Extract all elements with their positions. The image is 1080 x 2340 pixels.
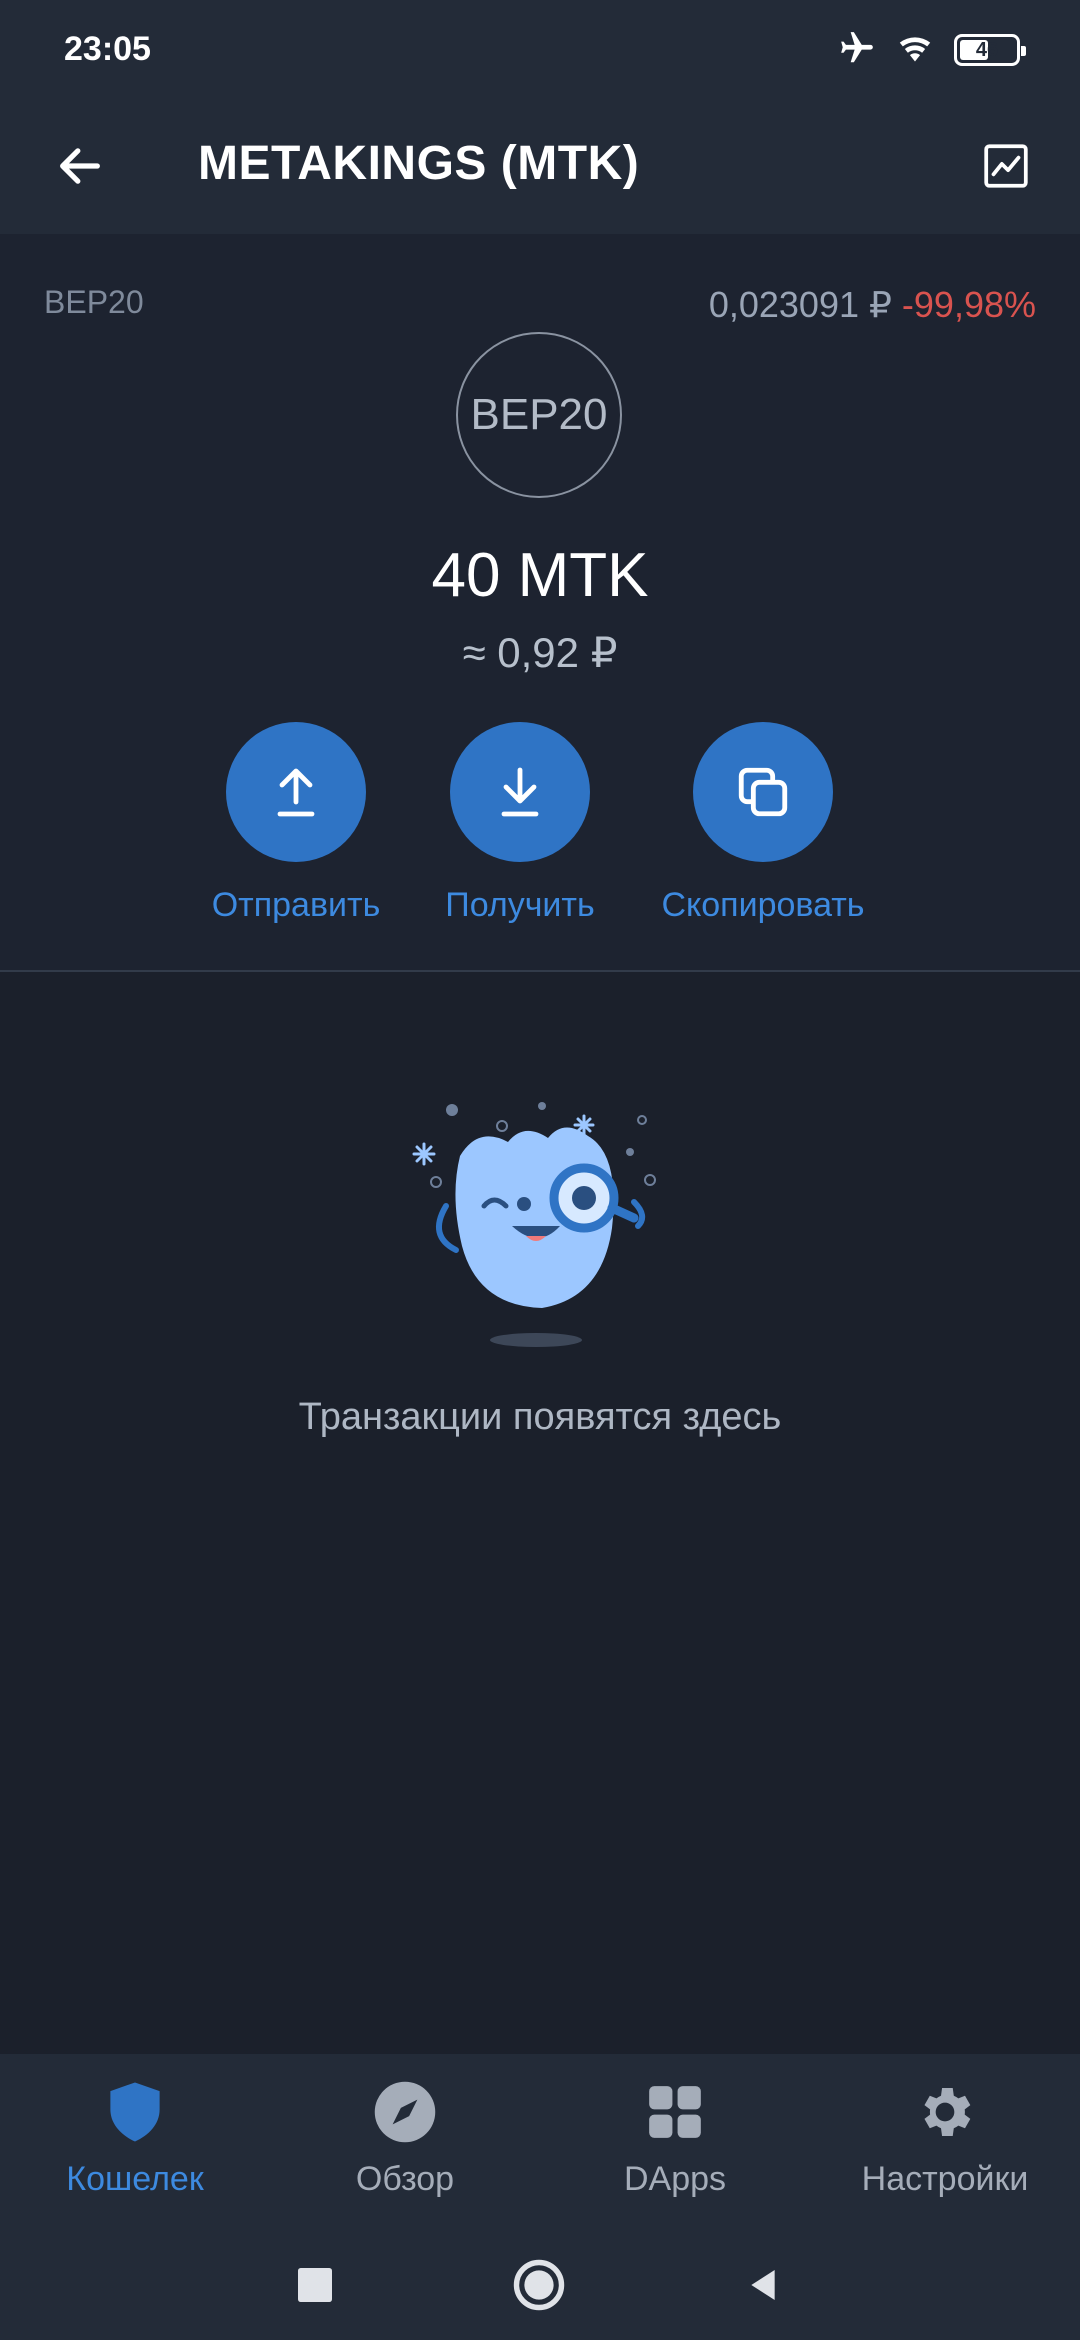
nav-dapps[interactable]: DApps bbox=[540, 2078, 810, 2199]
upload-icon bbox=[277, 768, 315, 817]
home-button[interactable] bbox=[506, 2252, 572, 2318]
shield-icon bbox=[101, 2078, 169, 2146]
recent-apps-button[interactable] bbox=[282, 2252, 348, 2318]
chart-icon bbox=[984, 144, 1028, 188]
receive-button-circle[interactable] bbox=[450, 722, 590, 862]
nav-discover-label: Обзор bbox=[355, 2160, 455, 2198]
token-header: BEP20 0,023091 ₽ -99,98% BEP20 40 MTK ≈ … bbox=[0, 234, 1080, 972]
nav-discover[interactable]: Обзор bbox=[270, 2078, 540, 2199]
nav-wallet-label: Кошелек bbox=[66, 2160, 204, 2198]
copy-label: Скопировать bbox=[661, 886, 865, 924]
bottom-nav: Кошелек Обзор DApps Настройки bbox=[0, 2054, 1080, 2230]
battery-icon: 46 bbox=[954, 34, 1026, 66]
compass-icon bbox=[371, 2078, 439, 2146]
token-price: 0,023091 ₽ bbox=[708, 284, 892, 325]
back-button[interactable] bbox=[44, 130, 116, 202]
send-button-circle[interactable] bbox=[226, 722, 366, 862]
status-icons: 46 bbox=[838, 28, 1026, 72]
fiat-balance: ≈ 0,92 ₽ bbox=[462, 629, 618, 676]
arrow-left-icon bbox=[60, 148, 100, 184]
nav-dapps-label: DApps bbox=[623, 2160, 727, 2198]
token-balance: 40 MTK bbox=[431, 541, 649, 610]
price-change: -99,98% bbox=[901, 284, 1036, 325]
status-time: 23:05 bbox=[64, 30, 151, 68]
page-title: METAKINGS (MTK) bbox=[198, 137, 640, 190]
token-logo-text: BEP20 bbox=[470, 390, 608, 439]
square-icon bbox=[298, 2268, 332, 2302]
price-row: 0,023091 ₽ -99,98% bbox=[709, 284, 1036, 326]
triangle-back-icon bbox=[751, 2270, 775, 2300]
network-tag: BEP20 bbox=[44, 284, 144, 320]
battery-level: 46 bbox=[975, 38, 999, 61]
magnifier-mascot-illustration bbox=[412, 1102, 656, 1347]
screen: 23:05 46 METAKINGS (MTK) BEP20 0,023091 bbox=[0, 0, 1080, 2340]
nav-settings[interactable]: Настройки bbox=[810, 2078, 1080, 2199]
system-nav bbox=[0, 2230, 1080, 2340]
status-bar: 23:05 46 bbox=[0, 0, 1080, 100]
token-logo: BEP20 bbox=[456, 332, 622, 498]
divider bbox=[0, 970, 1080, 972]
airplane-icon bbox=[838, 29, 876, 72]
send-button[interactable]: Отправить bbox=[176, 722, 416, 925]
send-label: Отправить bbox=[211, 886, 381, 924]
price-chart-button[interactable] bbox=[968, 128, 1044, 204]
circle-icon bbox=[513, 2259, 565, 2311]
nav-settings-label: Настройки bbox=[861, 2160, 1029, 2198]
download-icon bbox=[501, 767, 539, 817]
wifi-icon bbox=[894, 29, 936, 72]
copy-icon bbox=[738, 767, 788, 817]
copy-button[interactable]: Скопировать bbox=[643, 722, 883, 925]
gear-icon bbox=[911, 2078, 979, 2146]
action-buttons: Отправить Получить Скопировать bbox=[0, 722, 1080, 942]
back-nav-button[interactable] bbox=[730, 2252, 796, 2318]
app-bar: METAKINGS (MTK) bbox=[0, 100, 1080, 234]
receive-label: Получить bbox=[445, 886, 595, 924]
grid-icon bbox=[641, 2078, 709, 2146]
nav-wallet[interactable]: Кошелек bbox=[0, 2078, 270, 2199]
empty-state-text: Транзакции появятся здесь bbox=[298, 1396, 782, 1438]
receive-button[interactable]: Получить bbox=[400, 722, 640, 925]
copy-button-circle[interactable] bbox=[693, 722, 833, 862]
